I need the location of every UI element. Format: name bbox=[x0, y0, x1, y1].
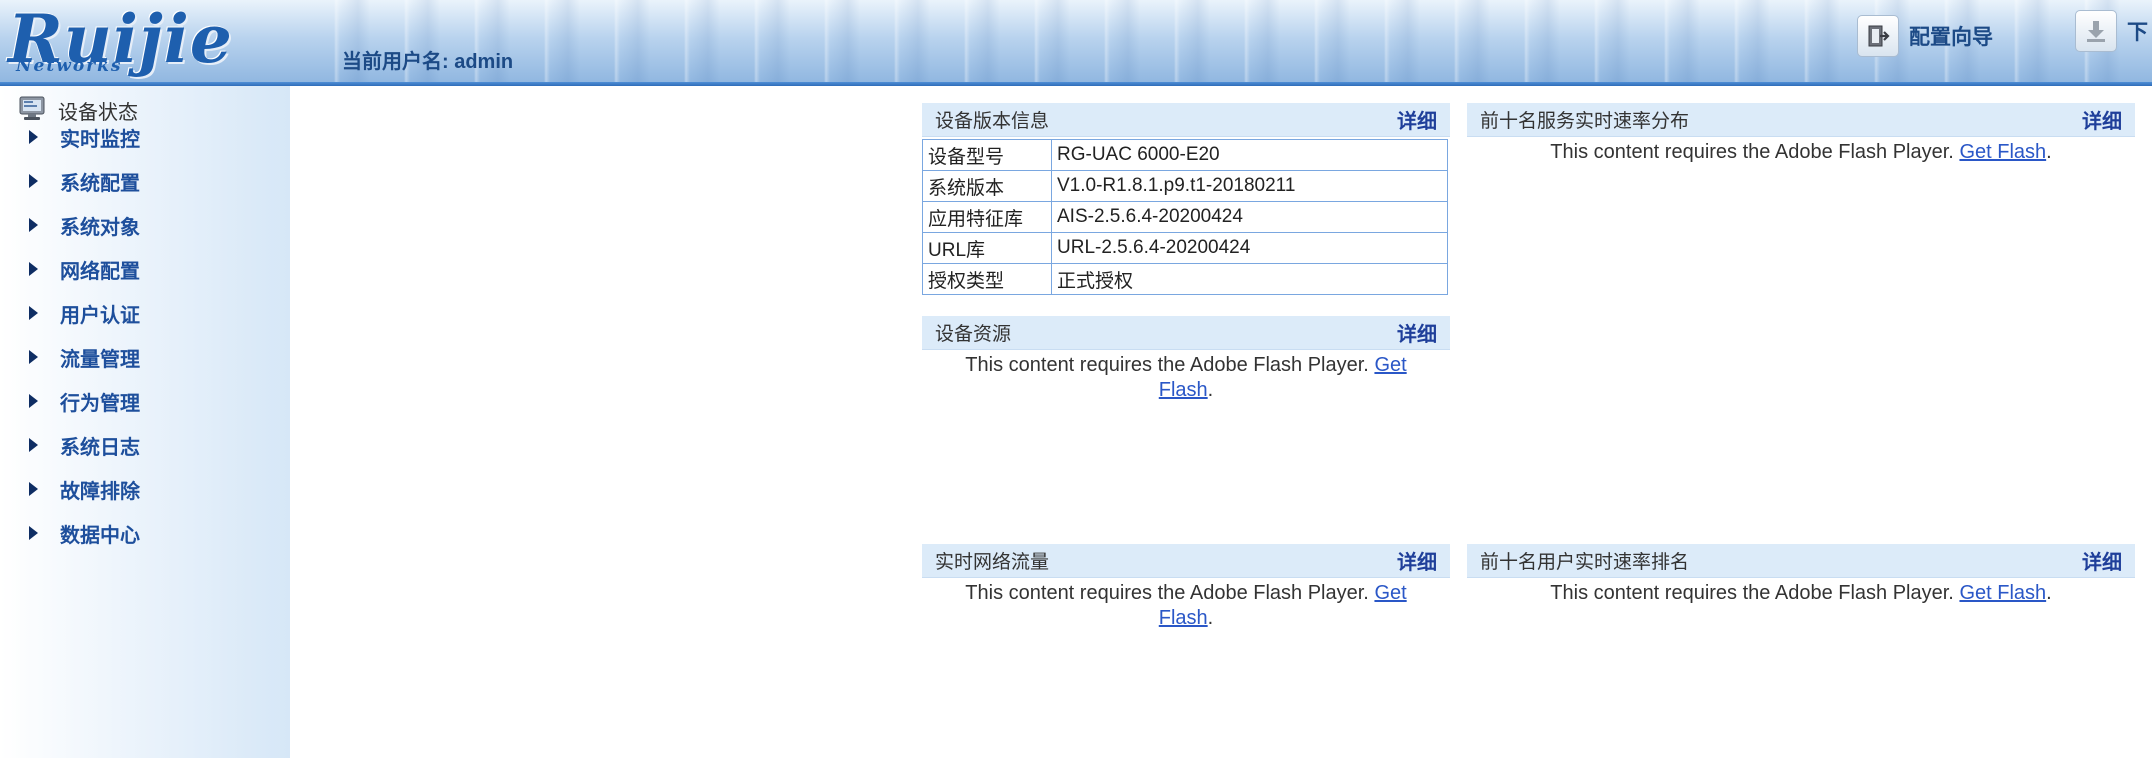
download-button[interactable]: 下 bbox=[2075, 10, 2148, 52]
table-row: 设备型号 RG-UAC 6000-E20 bbox=[922, 139, 1448, 171]
sidebar-item-label: 网络配置 bbox=[60, 260, 140, 283]
flash-message: This content requires the Adobe Flash Pl… bbox=[965, 582, 1369, 604]
sidebar-item-label: 用户认证 bbox=[60, 304, 140, 327]
flash-period: . bbox=[2046, 582, 2052, 604]
flash-placeholder: This content requires the Adobe Flash Pl… bbox=[922, 353, 1450, 403]
flash-period: . bbox=[1207, 607, 1214, 629]
panel-title: 实时网络流量 bbox=[935, 552, 1050, 573]
sidebar-item-realtime-monitor[interactable]: 实时监控 bbox=[0, 119, 140, 155]
row-value: AIS-2.5.6.4-20200424 bbox=[1051, 201, 1448, 233]
sidebar-item-behavior-management[interactable]: 行为管理 bbox=[0, 383, 140, 419]
detail-link[interactable]: 详细 bbox=[1397, 318, 1437, 347]
panel-header: 实时网络流量 详细 bbox=[922, 544, 1450, 578]
flash-period: . bbox=[2046, 141, 2052, 163]
sidebar-item-label: 实时监控 bbox=[60, 128, 140, 151]
flash-period: . bbox=[1207, 379, 1214, 401]
triangle-right-icon bbox=[29, 262, 38, 276]
triangle-right-icon bbox=[29, 174, 38, 188]
row-value: URL-2.5.6.4-20200424 bbox=[1051, 232, 1448, 264]
row-value: RG-UAC 6000-E20 bbox=[1051, 139, 1448, 171]
download-label: 下 bbox=[2127, 21, 2148, 44]
download-icon bbox=[2075, 10, 2117, 52]
flash-message: This content requires the Adobe Flash Pl… bbox=[1550, 582, 1954, 604]
triangle-right-icon bbox=[29, 482, 38, 496]
device-version-panel: 设备版本信息 详细 设备型号 RG-UAC 6000-E20 系统版本 V1.0… bbox=[922, 103, 1450, 295]
sidebar-item-label: 系统对象 bbox=[60, 216, 140, 239]
triangle-right-icon bbox=[29, 306, 38, 320]
triangle-right-icon bbox=[29, 218, 38, 232]
sidebar-item-label: 故障排除 bbox=[60, 480, 140, 503]
flash-message: This content requires the Adobe Flash Pl… bbox=[1550, 141, 1954, 163]
get-flash-link[interactable]: Get Flash bbox=[1959, 141, 2046, 163]
sidebar-item-label: 流量管理 bbox=[60, 348, 140, 371]
realtime-traffic-panel: 实时网络流量 详细 This content requires the Adob… bbox=[922, 544, 1450, 631]
header-divider bbox=[0, 82, 2152, 86]
triangle-right-icon bbox=[29, 130, 38, 144]
top-banner: Ruijie Networks 当前用户名: admin 配置向导 下 bbox=[0, 0, 2152, 84]
triangle-right-icon bbox=[29, 350, 38, 364]
panel-header: 设备版本信息 详细 bbox=[922, 103, 1450, 137]
row-key: 系统版本 bbox=[922, 170, 1052, 202]
panel-title: 设备资源 bbox=[935, 324, 1012, 345]
row-value: V1.0-R1.8.1.p9.t1-20180211 bbox=[1051, 170, 1448, 202]
panel-title: 前十名服务实时速率分布 bbox=[1480, 111, 1690, 132]
detail-link[interactable]: 详细 bbox=[2082, 105, 2122, 134]
triangle-right-icon bbox=[29, 394, 38, 408]
triangle-right-icon bbox=[29, 526, 38, 540]
panel-header: 设备资源 详细 bbox=[922, 316, 1450, 350]
sidebar-item-label: 行为管理 bbox=[60, 392, 140, 415]
sidebar-item-system-log[interactable]: 系统日志 bbox=[0, 427, 140, 463]
panel-title: 设备版本信息 bbox=[935, 111, 1050, 132]
get-flash-link[interactable]: Get Flash bbox=[1959, 582, 2046, 604]
top-services-panel: 前十名服务实时速率分布 详细 This content requires the… bbox=[1467, 103, 2135, 165]
ruijie-logo: Ruijie Networks bbox=[8, 0, 286, 78]
row-key: URL库 bbox=[922, 232, 1052, 264]
device-resources-panel: 设备资源 详细 This content requires the Adobe … bbox=[922, 316, 1450, 403]
flash-placeholder: This content requires the Adobe Flash Pl… bbox=[1467, 581, 2135, 606]
row-value: 正式授权 bbox=[1051, 263, 1448, 295]
panel-title: 前十名用户实时速率排名 bbox=[1480, 552, 1690, 573]
row-key: 应用特征库 bbox=[922, 201, 1052, 233]
get-flash-link[interactable]: Get bbox=[1374, 354, 1406, 376]
flash-placeholder: This content requires the Adobe Flash Pl… bbox=[922, 581, 1450, 631]
table-row: URL库 URL-2.5.6.4-20200424 bbox=[922, 232, 1448, 264]
sidebar-item-network-config[interactable]: 网络配置 bbox=[0, 251, 140, 287]
panel-header: 前十名服务实时速率分布 详细 bbox=[1467, 103, 2135, 137]
table-row: 应用特征库 AIS-2.5.6.4-20200424 bbox=[922, 201, 1448, 233]
sidebar-item-user-auth[interactable]: 用户认证 bbox=[0, 295, 140, 331]
table-row: 系统版本 V1.0-R1.8.1.p9.t1-20180211 bbox=[922, 170, 1448, 202]
get-flash-link[interactable]: Flash bbox=[1159, 379, 1208, 401]
flash-message: This content requires the Adobe Flash Pl… bbox=[965, 354, 1369, 376]
sidebar-item-system-config[interactable]: 系统配置 bbox=[0, 163, 140, 199]
panel-header: 前十名用户实时速率排名 详细 bbox=[1467, 544, 2135, 578]
get-flash-link[interactable]: Get bbox=[1374, 582, 1406, 604]
config-wizard-button[interactable]: 配置向导 bbox=[1857, 14, 1993, 58]
current-user-label: 当前用户名: admin bbox=[342, 51, 514, 73]
sidebar-item-traffic-management[interactable]: 流量管理 bbox=[0, 339, 140, 375]
top-users-panel: 前十名用户实时速率排名 详细 This content requires the… bbox=[1467, 544, 2135, 606]
detail-link[interactable]: 详细 bbox=[2082, 546, 2122, 575]
config-wizard-label: 配置向导 bbox=[1909, 26, 1993, 49]
logo-subtext: Networks bbox=[16, 56, 123, 76]
sidebar-item-data-center[interactable]: 数据中心 bbox=[0, 515, 140, 551]
version-info-table: 设备型号 RG-UAC 6000-E20 系统版本 V1.0-R1.8.1.p9… bbox=[922, 139, 1448, 295]
sidebar-item-troubleshooting[interactable]: 故障排除 bbox=[0, 471, 140, 507]
sidebar: 设备状态 实时监控 系统配置 系统对象 网络配置 用户认证 流量管理 行为管理 … bbox=[0, 86, 290, 758]
get-flash-link[interactable]: Flash bbox=[1159, 607, 1208, 629]
wizard-icon bbox=[1857, 15, 1899, 57]
sidebar-item-label: 数据中心 bbox=[60, 524, 140, 547]
detail-link[interactable]: 详细 bbox=[1397, 546, 1437, 575]
detail-link[interactable]: 详细 bbox=[1397, 105, 1437, 134]
table-row: 授权类型 正式授权 bbox=[922, 263, 1448, 295]
flash-placeholder: This content requires the Adobe Flash Pl… bbox=[1467, 140, 2135, 165]
sidebar-item-label: 系统日志 bbox=[60, 436, 140, 459]
sidebar-item-label: 系统配置 bbox=[60, 172, 140, 195]
row-key: 设备型号 bbox=[922, 139, 1052, 171]
triangle-right-icon bbox=[29, 438, 38, 452]
sidebar-item-system-objects[interactable]: 系统对象 bbox=[0, 207, 140, 243]
row-key: 授权类型 bbox=[922, 263, 1052, 295]
